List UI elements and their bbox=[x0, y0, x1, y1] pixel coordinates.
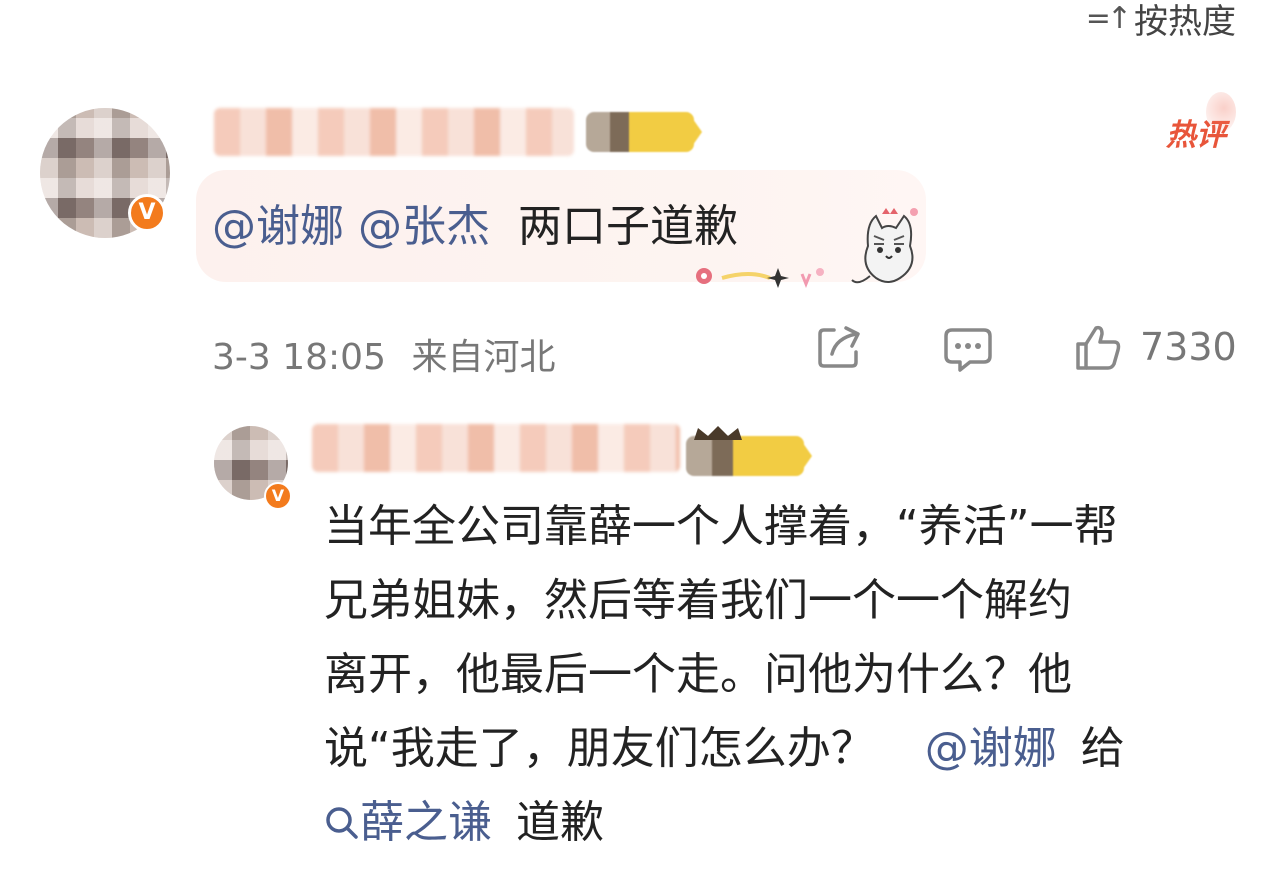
reply-line: 兄弟姐妹，然后等着我们一个一个解约 bbox=[324, 575, 1072, 626]
reply-vip-badge bbox=[686, 436, 812, 476]
share-icon[interactable] bbox=[814, 322, 864, 372]
mention-link[interactable]: @谢娜 bbox=[925, 723, 1057, 774]
reply-line: 薛之谦 道歉 bbox=[324, 786, 1244, 860]
mention-link[interactable]: @谢娜 bbox=[212, 201, 344, 252]
username-blurred[interactable] bbox=[214, 108, 574, 156]
sort-icon: =↑ bbox=[1085, 1, 1132, 36]
thumbs-up-icon bbox=[1076, 325, 1121, 370]
reply-line: 说“我走了，朋友们怎么办？ @谢娜 给 bbox=[324, 712, 1244, 786]
reply-line: 当年全公司靠薛一个人撑着，“养活”一帮 bbox=[324, 501, 1118, 552]
like-button[interactable]: 7330 bbox=[1074, 322, 1237, 372]
comment-date: 3-3 18:05 bbox=[212, 337, 386, 378]
reply-body: 当年全公司靠薛一个人撑着，“养活”一帮 兄弟姐妹，然后等着我们一个一个解约 离开… bbox=[324, 490, 1244, 860]
reply-line-text: 说“我走了，朋友们怎么办？ bbox=[324, 723, 875, 774]
verified-badge-icon: V bbox=[128, 194, 166, 232]
like-count: 7330 bbox=[1140, 325, 1237, 369]
search-link[interactable]: 薛之谦 bbox=[324, 797, 492, 848]
verified-badge-icon: V bbox=[264, 482, 292, 510]
comment-text: @谢娜 @张杰 两口子道歉 bbox=[212, 190, 738, 254]
comment-body: 两口子道歉 bbox=[518, 201, 738, 252]
vip-badge bbox=[586, 112, 702, 152]
search-icon bbox=[326, 807, 358, 839]
reply-username-blurred[interactable] bbox=[312, 424, 680, 472]
comment-meta: 3-3 18:05 来自河北 bbox=[212, 328, 555, 380]
cat-sticker-icon bbox=[851, 208, 918, 284]
comment-location: 来自河北 bbox=[411, 337, 556, 378]
decoration-sparkle-icon bbox=[696, 268, 824, 289]
reply-line: 离开，他最后一个走。问他为什么？他 bbox=[324, 649, 1072, 700]
reply-line-tail: 道歉 bbox=[516, 797, 604, 848]
crown-icon bbox=[694, 426, 742, 440]
sort-label: 按热度 bbox=[1134, 2, 1236, 42]
search-keyword: 薛之谦 bbox=[360, 797, 492, 848]
hot-comment-tag: 热评 bbox=[1166, 92, 1236, 154]
mention-link[interactable]: @张杰 bbox=[358, 201, 490, 252]
sort-by-hot-button[interactable]: =↑ 按热度 bbox=[1086, 0, 1236, 43]
comment-icon[interactable] bbox=[942, 324, 994, 374]
reply-line-tail: 给 bbox=[1080, 723, 1125, 774]
